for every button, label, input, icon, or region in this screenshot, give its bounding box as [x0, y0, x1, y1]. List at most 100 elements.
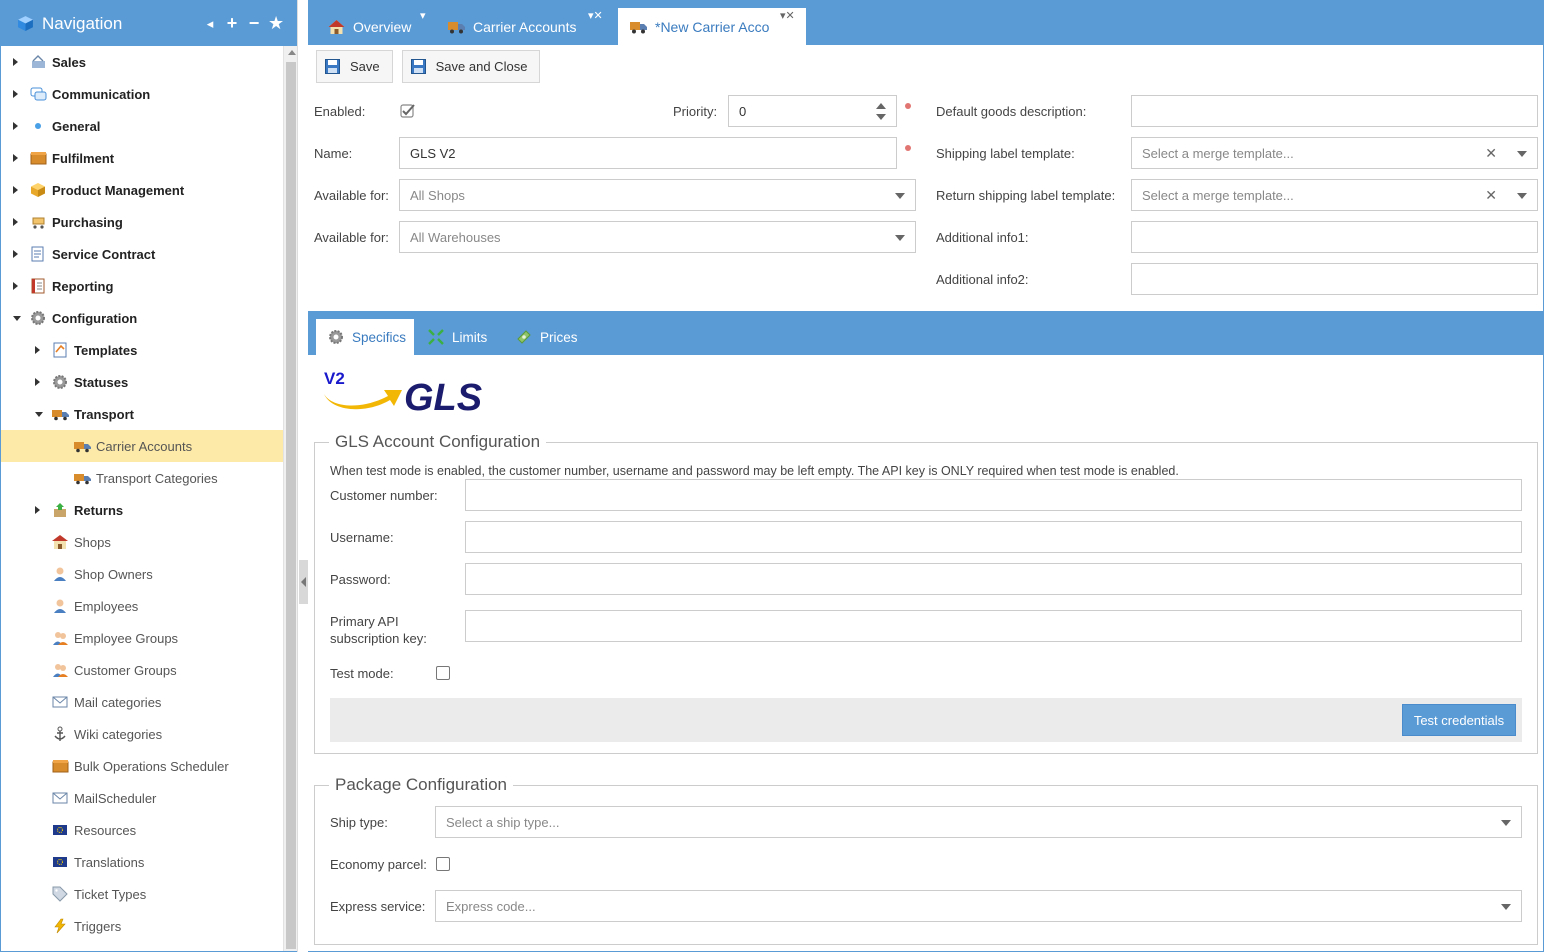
- sidebar-item-customer-groups[interactable]: Customer Groups: [1, 654, 283, 686]
- sidebar-item-templates[interactable]: Templates: [1, 334, 283, 366]
- sidebar-item-mailscheduler[interactable]: MailScheduler: [1, 782, 283, 814]
- tab-new-carrier-account[interactable]: *New Carrier Acco ▾✕: [618, 8, 806, 45]
- caret-right-icon[interactable]: [35, 378, 40, 386]
- sidebar-item-product-management[interactable]: Product Management: [1, 174, 283, 206]
- economy-parcel-checkbox[interactable]: [436, 857, 450, 871]
- caret-right-icon[interactable]: [35, 346, 40, 354]
- sidebar-item-returns[interactable]: Returns: [1, 494, 283, 526]
- sidebar-item-purchasing[interactable]: Purchasing: [1, 206, 283, 238]
- sidebar-item-shops[interactable]: Shops: [1, 526, 283, 558]
- caret-right-icon[interactable]: [13, 250, 18, 258]
- tab-overview[interactable]: Overview ▾: [328, 8, 430, 45]
- customer-number-input[interactable]: [465, 479, 1522, 511]
- sidebar-item-configuration[interactable]: Configuration: [1, 302, 283, 334]
- tab-close-icon[interactable]: ▾✕: [588, 11, 603, 22]
- sidebar-item-communication[interactable]: Communication: [1, 78, 283, 110]
- ship-type-select[interactable]: Select a ship type...: [435, 806, 1522, 838]
- sidebar-item-fulfilment[interactable]: Fulfilment: [1, 142, 283, 174]
- express-service-select[interactable]: Express code...: [435, 890, 1522, 922]
- sidebar-item-reporting[interactable]: Reporting: [1, 270, 283, 302]
- caret-down-icon[interactable]: [35, 411, 43, 417]
- sidebar-item-statuses[interactable]: Statuses: [1, 366, 283, 398]
- favorite-star-icon[interactable]: ★: [268, 13, 284, 34]
- sidebar-item-label: Mail categories: [74, 694, 162, 710]
- collapse-panel-handle[interactable]: [299, 560, 308, 604]
- default-goods-input[interactable]: [1131, 95, 1538, 127]
- priority-spinner[interactable]: [876, 102, 886, 122]
- caret-right-icon[interactable]: [13, 58, 18, 66]
- collapse-icon[interactable]: ◂: [202, 16, 218, 32]
- test-mode-label: Test mode:: [330, 666, 394, 681]
- spin-up-icon[interactable]: [876, 103, 886, 109]
- sidebar-item-ticket-types[interactable]: Ticket Types: [1, 878, 283, 910]
- save-button[interactable]: Save: [316, 50, 393, 83]
- caret-down-icon[interactable]: [13, 315, 21, 321]
- chevron-down-icon[interactable]: [1501, 904, 1511, 910]
- caret-right-icon[interactable]: [13, 218, 18, 226]
- available-for-warehouses-label: Available for:: [314, 230, 389, 245]
- shipping-label-template-select[interactable]: Select a merge template... ✕: [1131, 137, 1538, 169]
- sidebar-item-employee-groups[interactable]: Employee Groups: [1, 622, 283, 654]
- flag-icon: [53, 825, 67, 835]
- username-input[interactable]: [465, 521, 1522, 553]
- sidebar-item-transport-categories[interactable]: Transport Categories: [1, 462, 283, 494]
- caret-right-icon[interactable]: [13, 186, 18, 194]
- tab-close-icon[interactable]: ▾✕: [780, 11, 795, 22]
- dot-icon: [35, 123, 41, 129]
- clear-icon[interactable]: ✕: [1485, 187, 1497, 204]
- caret-right-icon[interactable]: [13, 282, 18, 290]
- sidebar-item-bulk-operations-scheduler[interactable]: Bulk Operations Scheduler: [1, 750, 283, 782]
- chevron-down-icon[interactable]: [895, 235, 905, 241]
- remove-icon[interactable]: −: [246, 13, 262, 34]
- caret-right-icon[interactable]: [13, 122, 18, 130]
- scroll-up-icon[interactable]: [288, 50, 296, 55]
- return-label-template-select[interactable]: Select a merge template... ✕: [1131, 179, 1538, 211]
- name-input[interactable]: GLS V2: [399, 137, 897, 169]
- chevron-down-icon[interactable]: [895, 193, 905, 199]
- tab-specifics[interactable]: Specifics: [316, 319, 414, 355]
- sidebar-item-label: Carrier Accounts: [96, 438, 193, 454]
- sidebar-item-sales[interactable]: Sales: [1, 46, 283, 78]
- caret-right-icon[interactable]: [13, 90, 18, 98]
- sidebar-item-resources[interactable]: Resources: [1, 814, 283, 846]
- clear-icon[interactable]: ✕: [1485, 145, 1497, 162]
- chevron-down-icon[interactable]: [1501, 820, 1511, 826]
- spin-down-icon[interactable]: [876, 114, 886, 120]
- additional-info2-input[interactable]: [1131, 263, 1538, 295]
- password-input[interactable]: [465, 563, 1522, 595]
- logo-badge-text: V2: [324, 369, 345, 388]
- tab-prices[interactable]: Prices: [504, 319, 584, 355]
- navigation-scrollbar[interactable]: [283, 46, 298, 951]
- save-and-close-button[interactable]: Save and Close: [401, 50, 541, 83]
- test-credentials-button[interactable]: Test credentials: [1402, 704, 1516, 736]
- available-shops-select[interactable]: All Shops: [399, 179, 916, 211]
- enabled-checkbox[interactable]: [400, 103, 416, 119]
- sidebar-item-wiki-categories[interactable]: Wiki categories: [1, 718, 283, 750]
- caret-right-icon[interactable]: [13, 154, 18, 162]
- sidebar-item-mail-categories[interactable]: Mail categories: [1, 686, 283, 718]
- add-icon[interactable]: +: [224, 13, 240, 34]
- sidebar-item-triggers[interactable]: Triggers: [1, 910, 283, 942]
- caret-right-icon[interactable]: [35, 506, 40, 514]
- tab-menu-icon[interactable]: ▾: [420, 11, 426, 22]
- tab-carrier-accounts[interactable]: Carrier Accounts ▾✕: [448, 8, 608, 45]
- sidebar-item-employees[interactable]: Employees: [1, 590, 283, 622]
- sidebar-item-carrier-accounts[interactable]: Carrier Accounts: [1, 430, 283, 462]
- chevron-down-icon[interactable]: [1517, 151, 1527, 157]
- sidebar-item-label: Returns: [74, 502, 124, 518]
- additional-info1-input[interactable]: [1131, 221, 1538, 253]
- scrollbar-thumb[interactable]: [286, 62, 296, 949]
- tab-limits[interactable]: Limits: [416, 319, 502, 355]
- test-mode-checkbox[interactable]: [436, 666, 450, 680]
- api-subscription-key-input[interactable]: [465, 610, 1522, 642]
- priority-label: Priority:: [673, 104, 718, 119]
- available-warehouses-select[interactable]: All Warehouses: [399, 221, 916, 253]
- panel-splitter[interactable]: [297, 0, 308, 952]
- sidebar-item-service-contract[interactable]: Service Contract: [1, 238, 283, 270]
- chevron-down-icon[interactable]: [1517, 193, 1527, 199]
- sidebar-item-transport[interactable]: Transport: [1, 398, 283, 430]
- sidebar-item-translations[interactable]: Translations: [1, 846, 283, 878]
- sidebar-item-general[interactable]: General: [1, 110, 283, 142]
- priority-input[interactable]: 0: [728, 95, 897, 127]
- sidebar-item-shop-owners[interactable]: Shop Owners: [1, 558, 283, 590]
